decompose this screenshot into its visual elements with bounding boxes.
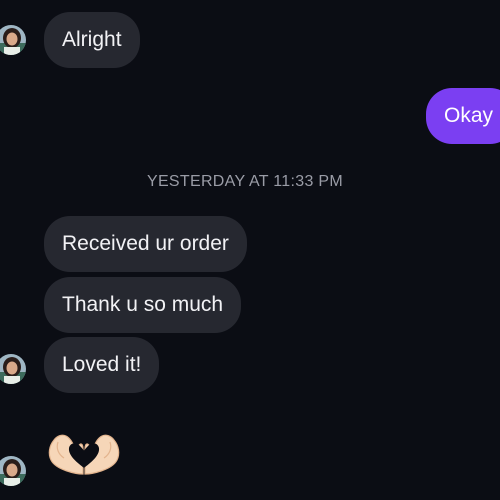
message-text: Okay xyxy=(444,104,494,127)
message-text: Thank u so much xyxy=(62,293,224,316)
message-text: Loved it! xyxy=(62,353,142,376)
message-timestamp: YESTERDAY AT 11:33 PM xyxy=(146,173,343,190)
message-bubble-received[interactable]: Received ur order xyxy=(44,216,247,272)
contact-avatar[interactable] xyxy=(0,354,26,384)
message-text: Received ur order xyxy=(62,232,229,255)
heart-hands-icon xyxy=(48,434,120,475)
avatar-image xyxy=(0,456,26,486)
avatar-image xyxy=(0,354,26,384)
avatar-image xyxy=(0,25,26,55)
message-thread: Alright Okay YESTERDAY AT 11:33 PM Recei… xyxy=(0,0,500,500)
contact-avatar[interactable] xyxy=(0,25,26,55)
message-bubble-loved[interactable]: Loved it! xyxy=(44,337,160,393)
message-bubble-alright[interactable]: Alright xyxy=(44,12,140,68)
message-text: Alright xyxy=(62,28,122,51)
contact-avatar[interactable] xyxy=(0,456,26,486)
heart-hands-emoji[interactable] xyxy=(46,430,122,480)
message-bubble-okay[interactable]: Okay xyxy=(426,88,500,144)
message-bubble-thanks[interactable]: Thank u so much xyxy=(44,277,242,333)
